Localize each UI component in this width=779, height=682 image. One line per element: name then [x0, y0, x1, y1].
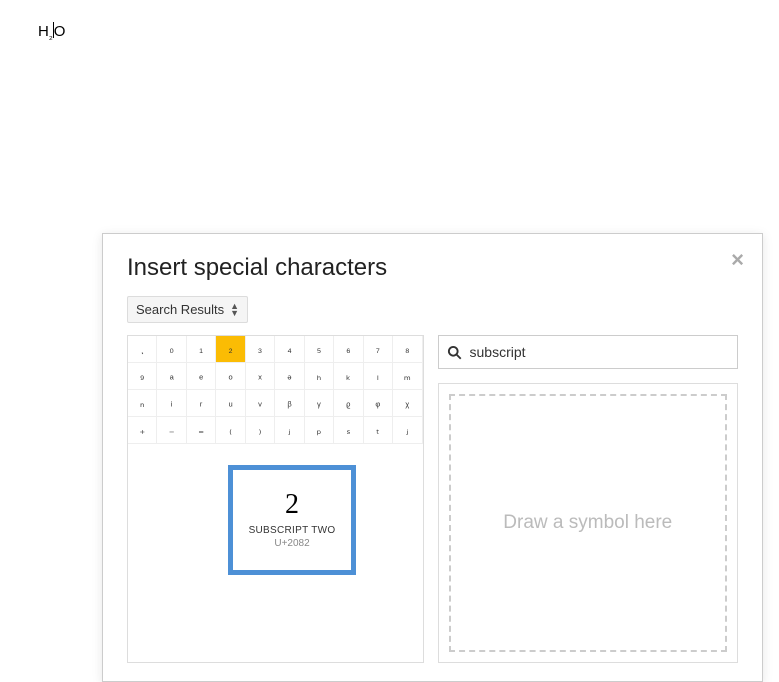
- char-cell[interactable]: ᵥ: [246, 390, 275, 417]
- draw-panel: Draw a symbol here: [438, 383, 738, 663]
- draw-canvas[interactable]: Draw a symbol here: [449, 394, 727, 652]
- sort-icon: ▲▼: [230, 303, 239, 317]
- tooltip-char: 2: [285, 491, 299, 519]
- doc-char-before: H: [38, 23, 49, 40]
- char-cell[interactable]: ₌: [187, 417, 216, 444]
- tooltip-name: SUBSCRIPT TWO: [249, 525, 336, 536]
- char-cell[interactable]: ⱼ: [275, 417, 304, 444]
- char-cell[interactable]: ₙ: [128, 390, 157, 417]
- char-cell[interactable]: ₍: [216, 417, 245, 444]
- char-cell[interactable]: ᵧ: [305, 390, 334, 417]
- char-cell[interactable]: ₉: [128, 363, 157, 390]
- char-cell[interactable]: ₂: [216, 336, 245, 363]
- char-cell[interactable]: ₜ: [364, 417, 393, 444]
- char-cell[interactable]: ₃: [246, 336, 275, 363]
- character-tooltip: 2 SUBSCRIPT TWO U+2082: [228, 465, 356, 575]
- char-cell[interactable]: ₊: [128, 417, 157, 444]
- char-cell[interactable]: ₚ: [305, 417, 334, 444]
- tooltip-code: U+2082: [274, 538, 309, 549]
- char-cell[interactable]: ͅ: [128, 336, 157, 363]
- char-cell[interactable]: ₀: [157, 336, 186, 363]
- text-cursor: [53, 22, 54, 38]
- char-cell[interactable]: ᵪ: [393, 390, 422, 417]
- special-characters-dialog: × Insert special characters Search Resul…: [102, 233, 763, 682]
- char-cell[interactable]: ₄: [275, 336, 304, 363]
- char-cell[interactable]: ₁: [187, 336, 216, 363]
- char-cell[interactable]: ₅: [305, 336, 334, 363]
- search-icon: [447, 345, 462, 360]
- doc-char-after: O: [54, 23, 66, 40]
- char-cell[interactable]: ᵣ: [187, 390, 216, 417]
- char-cell[interactable]: ₆: [334, 336, 363, 363]
- char-cell[interactable]: ᵤ: [216, 390, 245, 417]
- dropdown-label: Search Results: [136, 302, 224, 317]
- char-cell[interactable]: ₒ: [216, 363, 245, 390]
- draw-placeholder: Draw a symbol here: [503, 512, 672, 534]
- char-cell[interactable]: ⱼ: [393, 417, 422, 444]
- char-cell[interactable]: ₓ: [246, 363, 275, 390]
- char-cell[interactable]: ᵦ: [275, 390, 304, 417]
- char-cell[interactable]: ₕ: [305, 363, 334, 390]
- char-cell[interactable]: ᵩ: [364, 390, 393, 417]
- character-grid-panel: ͅ₀₁₂₃₄₅₆₇₈₉ₐₑₒₓₔₕₖₗₘₙᵢᵣᵤᵥᵦᵧᵨᵩᵪ₊₋₌₍₎ⱼₚₛₜⱼ…: [127, 335, 424, 663]
- document-text[interactable]: H₂O: [38, 20, 65, 40]
- search-box[interactable]: [438, 335, 738, 369]
- char-cell[interactable]: ᵢ: [157, 390, 186, 417]
- close-button[interactable]: ×: [731, 249, 744, 271]
- character-grid: ͅ₀₁₂₃₄₅₆₇₈₉ₐₑₒₓₔₕₖₗₘₙᵢᵣᵤᵥᵦᵧᵨᵩᵪ₊₋₌₍₎ⱼₚₛₜⱼ: [128, 336, 423, 444]
- char-cell[interactable]: ₔ: [275, 363, 304, 390]
- char-cell[interactable]: ₛ: [334, 417, 363, 444]
- category-dropdown[interactable]: Search Results ▲▼: [127, 296, 248, 323]
- char-cell[interactable]: ₇: [364, 336, 393, 363]
- char-cell[interactable]: ₗ: [364, 363, 393, 390]
- char-cell[interactable]: ₘ: [393, 363, 422, 390]
- char-cell[interactable]: ₐ: [157, 363, 186, 390]
- char-cell[interactable]: ₎: [246, 417, 275, 444]
- search-input[interactable]: [468, 343, 729, 361]
- char-cell[interactable]: ₑ: [187, 363, 216, 390]
- char-cell[interactable]: ₋: [157, 417, 186, 444]
- dialog-title: Insert special characters: [127, 254, 738, 282]
- char-cell[interactable]: ₈: [393, 336, 422, 363]
- char-cell[interactable]: ᵨ: [334, 390, 363, 417]
- char-cell[interactable]: ₖ: [334, 363, 363, 390]
